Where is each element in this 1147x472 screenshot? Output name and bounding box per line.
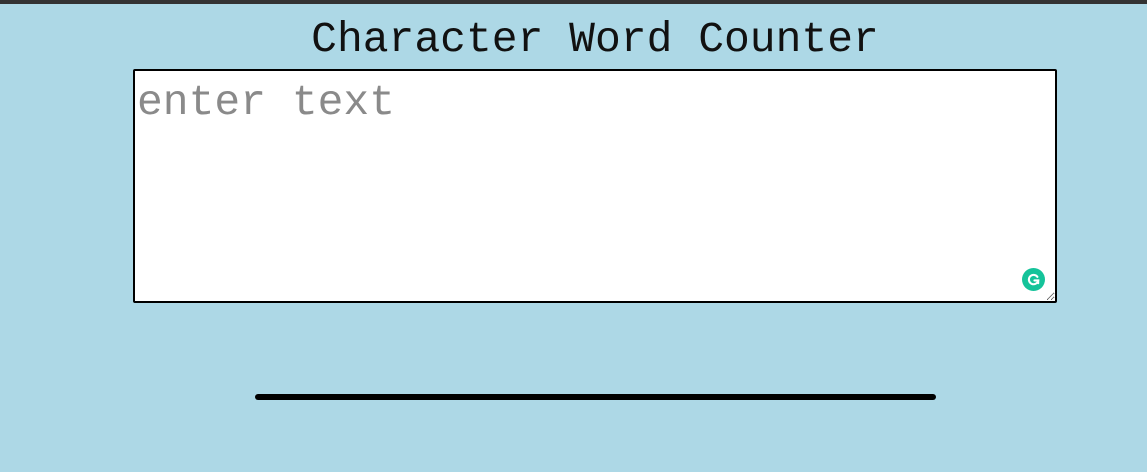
top-bar <box>0 0 1147 4</box>
page-title: Character Word Counter <box>311 15 879 64</box>
text-input[interactable] <box>133 69 1057 303</box>
grammarly-g-glyph <box>1027 273 1040 286</box>
grammarly-g-icon[interactable] <box>1022 268 1045 291</box>
divider-line <box>255 394 936 400</box>
